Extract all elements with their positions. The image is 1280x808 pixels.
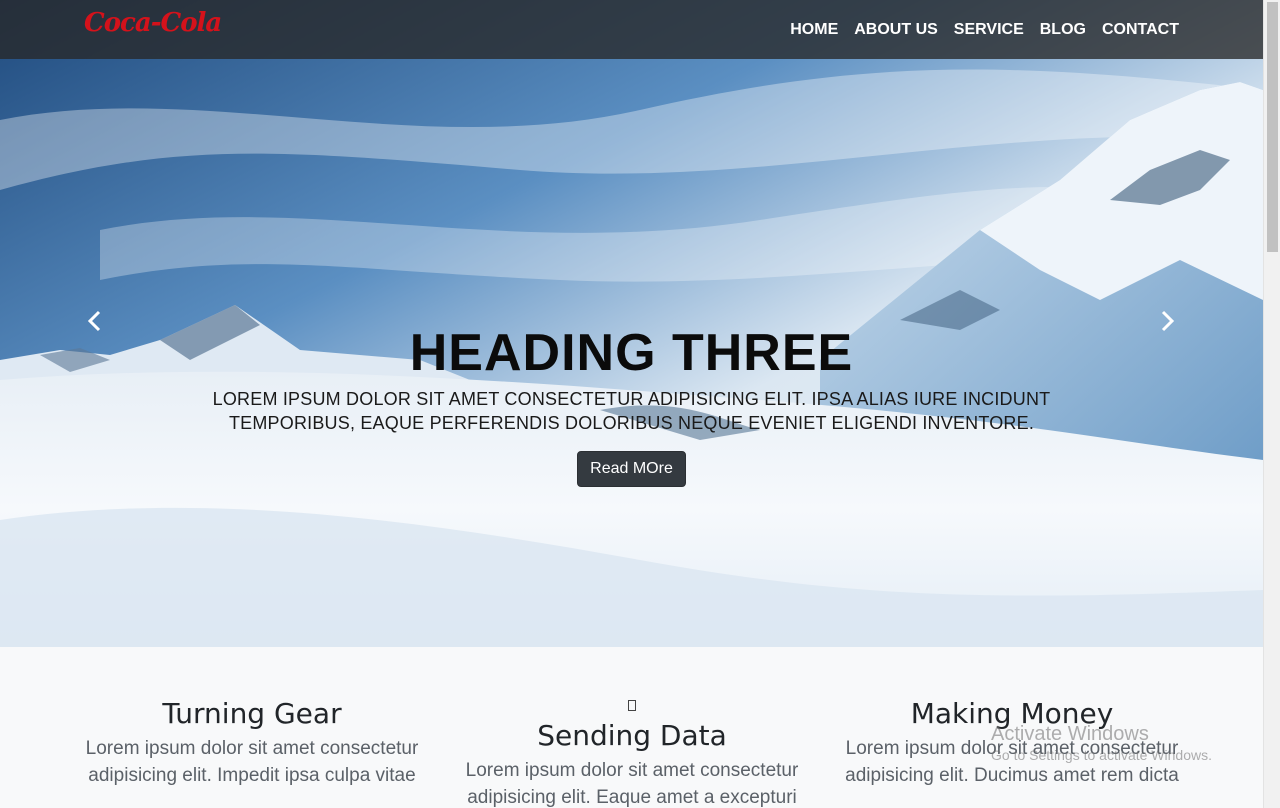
feature-title: Making Money [910, 697, 1114, 730]
nav-item-blog: BLOG [1040, 21, 1086, 39]
feature-title: Turning Gear [162, 697, 342, 730]
nav-item-contact: CONTACT [1102, 21, 1179, 39]
nav-link-home[interactable]: HOME [790, 21, 838, 39]
nav-link-service[interactable]: SERVICE [954, 21, 1024, 39]
navbar: Coca-Cola HOME ABOUT US SERVICE BLOG CON… [0, 0, 1263, 59]
carousel-text: Lorem ipsum dolor sit amet consectetur a… [212, 389, 1051, 433]
nav-menu: HOME ABOUT US SERVICE BLOG CONTACT [790, 0, 1179, 59]
carousel-caption: HEADING THREE Lorem ipsum dolor sit amet… [180, 323, 1083, 487]
feature-text: Lorem ipsum dolor sit amet consectetur a… [465, 760, 799, 808]
read-more-button[interactable]: Read MOre [577, 451, 686, 487]
feature-turning-gear: Turning Gear Lorem ipsum dolor sit amet … [72, 697, 432, 789]
chevron-left-icon [87, 310, 101, 332]
carousel-prev-button[interactable] [80, 306, 110, 336]
hero-carousel: HEADING THREE Lorem ipsum dolor sit amet… [0, 0, 1263, 647]
feature-text: Lorem ipsum dolor sit amet consectetur a… [845, 738, 1179, 786]
carousel-next-button[interactable] [1152, 306, 1182, 336]
feature-sending-data: Sending Data Lorem ipsum dolor sit amet … [452, 697, 812, 808]
nav-item-service: SERVICE [954, 21, 1024, 39]
feature-making-money: Making Money Lorem ipsum dolor sit amet … [832, 697, 1192, 789]
page-scrollbar[interactable] [1263, 0, 1280, 808]
nav-item-about-us: ABOUT US [854, 21, 938, 39]
nav-link-blog[interactable]: BLOG [1040, 21, 1086, 39]
scrollbar-thumb[interactable] [1267, 2, 1278, 252]
nav-item-home: HOME [790, 21, 838, 39]
feature-title: Sending Data [537, 719, 727, 752]
features-section: Turning Gear Lorem ipsum dolor sit amet … [0, 647, 1263, 808]
nav-link-about-us[interactable]: ABOUT US [854, 21, 938, 39]
feature-text: Lorem ipsum dolor sit amet consectetur a… [85, 738, 419, 786]
carousel-heading: HEADING THREE [409, 324, 854, 382]
chevron-right-icon [1161, 310, 1175, 332]
brand-logo[interactable]: Coca-Cola [84, 8, 222, 38]
data-icon [452, 697, 812, 719]
nav-link-contact[interactable]: CONTACT [1102, 21, 1179, 39]
